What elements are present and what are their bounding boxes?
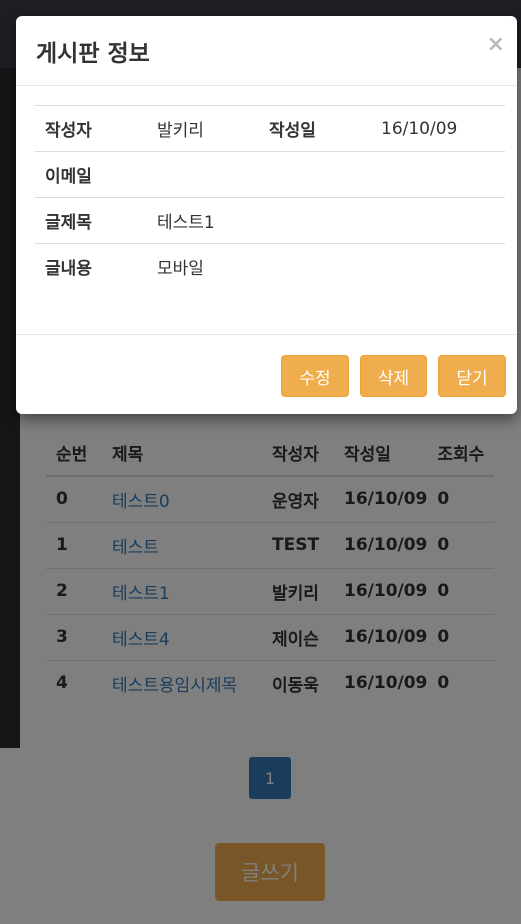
author-value: 발키리	[147, 105, 259, 152]
close-button[interactable]: 닫기	[438, 355, 506, 397]
board-info-modal: 게시판 정보 × 작성자 발키리 작성일 16/10/09 이메일 글제목 테스…	[16, 16, 517, 414]
close-icon[interactable]: ×	[487, 32, 505, 57]
info-row-author: 작성자 발키리 작성일 16/10/09	[35, 105, 505, 152]
date-value: 16/10/09	[371, 105, 505, 152]
info-row-email: 이메일	[35, 151, 505, 198]
modal-title: 게시판 정보	[36, 41, 150, 67]
info-row-content: 글내용 모바일	[35, 243, 505, 290]
email-value	[147, 151, 259, 198]
info-table: 작성자 발키리 작성일 16/10/09 이메일 글제목 테스트1 글내용 모바…	[35, 105, 505, 290]
edit-button[interactable]: 수정	[281, 355, 349, 397]
email-label: 이메일	[35, 151, 147, 198]
info-row-subject: 글제목 테스트1	[35, 197, 505, 244]
modal-footer: 수정 삭제 닫기	[16, 334, 517, 414]
subject-value: 테스트1	[147, 197, 259, 244]
modal-header: 게시판 정보 ×	[16, 16, 517, 86]
content-label: 글내용	[35, 243, 147, 290]
author-label: 작성자	[35, 105, 147, 152]
content-value: 모바일	[147, 243, 259, 290]
subject-label: 글제목	[35, 197, 147, 244]
delete-button[interactable]: 삭제	[360, 355, 427, 397]
date-label: 작성일	[259, 105, 371, 152]
